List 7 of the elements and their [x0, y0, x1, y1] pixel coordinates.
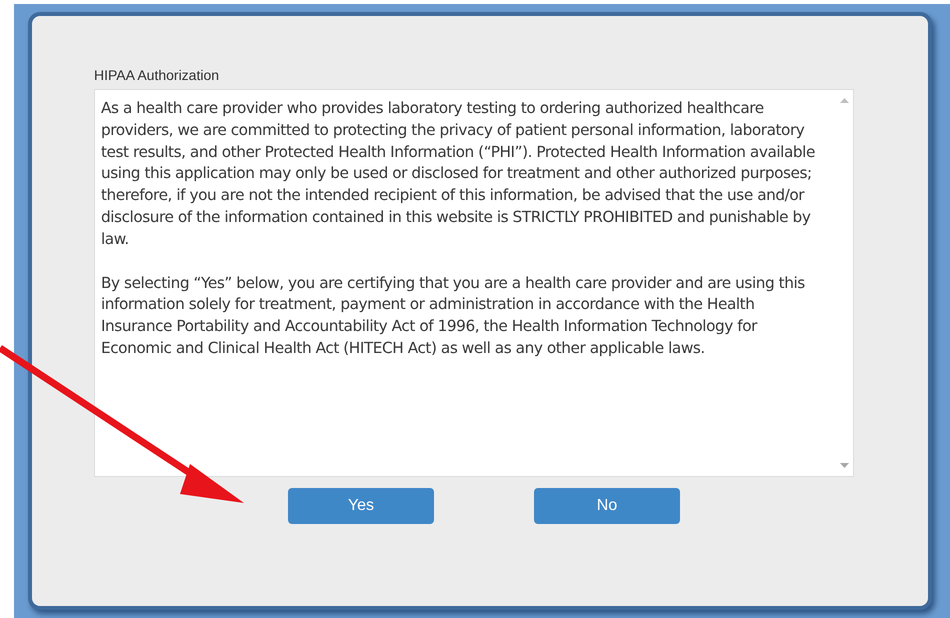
dialog-button[interactable]: No: [534, 488, 680, 524]
dialog-title: HIPAA Authorization: [94, 66, 220, 85]
scroll-up-icon[interactable]: [840, 98, 848, 103]
dialog-button[interactable]: Yes: [288, 488, 434, 524]
authorization-paragraph: As a health care provider who provides laboratory testing to ordering authorized healthcare providers, we are committed to protecting the privacy of patient personal information, laboratory test results, and other Protected Health Information (“PHI”). Protected Health Information available using this application may only be used or disclosed for treatment and other authorized purposes; therefore, if you are not the intended recipient of this information, be advised that the use and/or disclosure of the information contained in this website is STRICTLY PROHIBITED and punishable by law.: [101, 98, 816, 250]
authorization-paragraph: By selecting “Yes” below, you are certifying that you are a health care provider and are using this information solely for treatment, payment or administration in accordance with the Health Insurance Portability and Accountability Act of 1996, the Health Information Technology for Economic and Clinical Health Act (HITECH Act) as well as any other applicable laws.: [101, 272, 806, 359]
scroll-down-icon[interactable]: [840, 463, 848, 468]
